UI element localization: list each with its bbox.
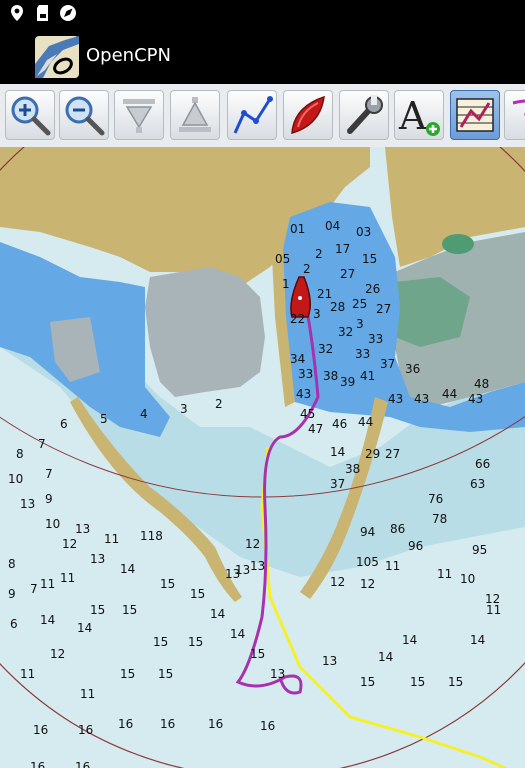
sd-card-icon <box>37 5 48 21</box>
text-plus-icon: A <box>398 94 440 137</box>
zoom-out-icon <box>65 96 105 136</box>
settings-button[interactable] <box>339 90 389 140</box>
location-pin-icon <box>11 5 23 21</box>
ship-button[interactable] <box>283 90 333 140</box>
chart-quilt-button[interactable] <box>450 90 500 140</box>
harbour-built-area <box>145 267 265 397</box>
chart-graphics <box>0 147 525 768</box>
route-icon <box>233 96 273 134</box>
wrench-icon <box>347 95 383 134</box>
zoom-out-button[interactable] <box>59 90 109 140</box>
ship-icon <box>291 95 325 135</box>
status-bar <box>0 0 525 26</box>
vessel-center-dot <box>298 296 302 300</box>
svg-text:A: A <box>398 94 427 137</box>
scale-down-icon <box>123 99 155 133</box>
chart-canvas[interactable]: 01 04 03 2 17 15 05 2 27 26 1 21 25 28 3 27 22 3 32 33 32 33 3… <box>0 147 525 768</box>
pond-area <box>442 234 474 254</box>
zoom-in-button[interactable] <box>5 90 55 140</box>
track-icon <box>512 99 525 117</box>
chart-quilt-icon <box>456 98 494 132</box>
text-button[interactable]: A <box>394 90 444 140</box>
navigation-compass-icon <box>60 5 76 21</box>
toolbar: A <box>0 84 525 148</box>
opencpn-logo-icon[interactable] <box>35 36 79 78</box>
zoom-in-icon <box>11 96 51 136</box>
app-title: OpenCPN <box>86 45 171 66</box>
route-button[interactable] <box>227 90 277 140</box>
scale-up-icon <box>179 97 211 132</box>
scale-up-button[interactable] <box>170 90 220 140</box>
track-button[interactable] <box>504 90 525 140</box>
scale-down-button[interactable] <box>114 90 164 140</box>
